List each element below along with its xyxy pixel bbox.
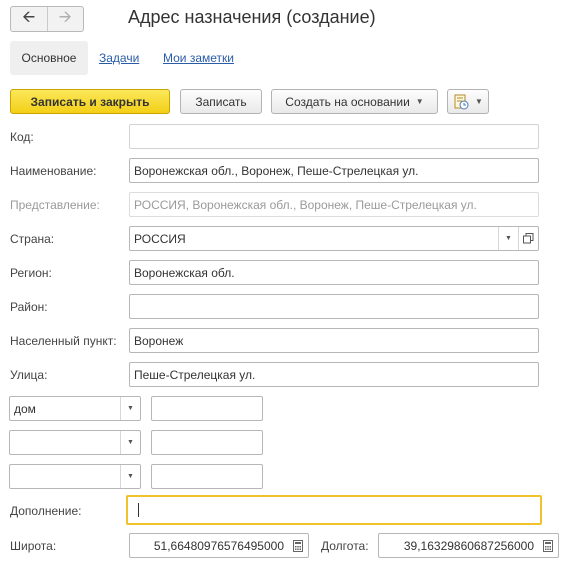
building-type-select[interactable]: ▼ (9, 464, 141, 489)
district-label: Район: (10, 300, 48, 314)
building-type-dropdown-button[interactable]: ▼ (120, 431, 140, 454)
locality-field[interactable]: Воронеж (129, 328, 539, 353)
building-type-dropdown-button[interactable]: ▼ (120, 465, 140, 488)
longitude-calculator-button[interactable] (538, 534, 558, 557)
back-button[interactable]: 🡨 (11, 7, 47, 31)
chevron-down-icon: ▼ (475, 97, 483, 106)
create-based-on-label: Создать на основании (285, 94, 410, 109)
page-title: Адрес назначения (создание) (128, 7, 376, 27)
building-type-value: дом (14, 401, 36, 416)
create-based-on-button[interactable]: Создать на основании ▼ (271, 89, 438, 114)
addition-field[interactable] (126, 495, 542, 525)
arrow-left-icon: 🡨 (22, 8, 36, 26)
save-button[interactable]: Записать (180, 89, 262, 114)
calculator-icon (543, 539, 553, 552)
latitude-calculator-button[interactable] (288, 534, 308, 557)
presentation-label: Представление: (10, 198, 100, 212)
country-open-button[interactable] (518, 227, 538, 250)
save-and-close-button[interactable]: Записать и закрыть (10, 89, 170, 114)
arrow-right-icon: 🡪 (58, 8, 72, 26)
building-type-dropdown-button[interactable]: ▼ (120, 397, 140, 420)
longitude-field[interactable]: 39,16329860687256000 (378, 533, 559, 558)
latitude-label: Широта: (10, 539, 57, 553)
latitude-value: 51,66480976576495000 (153, 538, 284, 553)
latitude-field[interactable]: 51,66480976576495000 (129, 533, 309, 558)
longitude-label: Долгота: (321, 539, 369, 553)
building-number-field[interactable] (151, 396, 263, 421)
forward-button[interactable]: 🡪 (46, 7, 84, 31)
building-type-select[interactable]: ▼ (9, 430, 141, 455)
country-field[interactable]: РОССИЯ ▼ (129, 226, 539, 251)
navigation-buttons: 🡨 🡪 (10, 6, 84, 32)
building-number-field[interactable] (151, 430, 263, 455)
country-value: РОССИЯ (134, 231, 186, 246)
code-field[interactable] (129, 124, 539, 149)
chevron-down-icon: ▼ (505, 235, 512, 242)
district-field[interactable] (129, 294, 539, 319)
country-label: Страна: (10, 232, 55, 246)
tab-my-notes[interactable]: Мои заметки (163, 51, 234, 65)
chevron-down-icon: ▼ (127, 473, 134, 480)
open-window-icon (523, 233, 534, 244)
text-cursor (138, 503, 139, 517)
chevron-down-icon: ▼ (415, 97, 424, 106)
tab-tasks[interactable]: Задачи (99, 51, 139, 65)
calculator-icon (293, 539, 303, 552)
locality-label: Населенный пункт: (10, 334, 117, 348)
building-number-field[interactable] (151, 464, 263, 489)
country-dropdown-button[interactable]: ▼ (498, 227, 518, 250)
tab-main[interactable]: Основное (10, 41, 88, 75)
code-label: Код: (10, 130, 34, 144)
region-label: Регион: (10, 266, 52, 280)
more-actions-button[interactable]: ▼ (447, 89, 489, 114)
name-label: Наименование: (10, 164, 97, 178)
building-type-select[interactable]: дом ▼ (9, 396, 141, 421)
chevron-down-icon: ▼ (127, 405, 134, 412)
presentation-field: РОССИЯ, Воронежская обл., Воронеж, Пеше-… (129, 192, 539, 217)
street-field[interactable]: Пеше-Стрелецкая ул. (129, 362, 539, 387)
name-field[interactable]: Воронежская обл., Воронеж, Пеше-Стрелецк… (129, 158, 539, 183)
region-field[interactable]: Воронежская обл. (129, 260, 539, 285)
chevron-down-icon: ▼ (127, 439, 134, 446)
street-label: Улица: (10, 368, 48, 382)
document-clock-icon (454, 94, 469, 109)
addition-label: Дополнение: (10, 504, 82, 518)
longitude-value: 39,16329860687256000 (403, 538, 534, 553)
